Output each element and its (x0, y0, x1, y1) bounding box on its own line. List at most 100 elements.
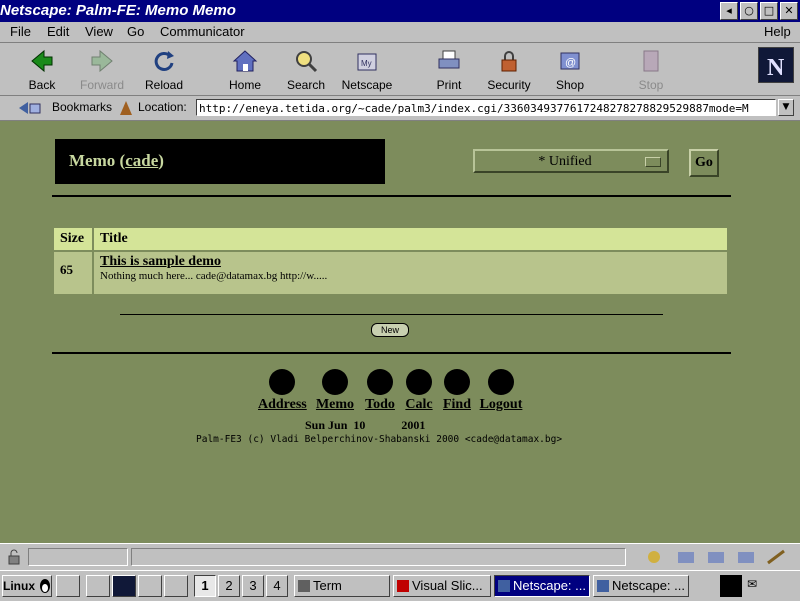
search-button[interactable]: Search (277, 45, 335, 93)
menu-file[interactable]: File (10, 24, 31, 39)
menu-help[interactable]: Help (764, 24, 791, 39)
bookmarks-button[interactable]: Bookmarks (52, 100, 112, 114)
netscape-launcher-icon[interactable] (112, 575, 136, 597)
menu-go[interactable]: Go (127, 24, 144, 39)
desktop-1[interactable]: 1 (194, 575, 216, 597)
app-link-logout[interactable]: Logout (479, 369, 523, 413)
task-netscape-active[interactable]: Netscape: ... (494, 575, 590, 597)
page-title-banner: Memo (cade) (55, 139, 385, 184)
divider (120, 314, 663, 315)
address-book-icon[interactable] (738, 552, 754, 563)
window-list-icon[interactable] (56, 575, 80, 597)
home-button[interactable]: Home (216, 45, 274, 93)
menu-edit[interactable]: Edit (47, 24, 69, 39)
netscape-task-icon (498, 580, 510, 592)
slickedit-icon (397, 580, 409, 592)
menu-communicator[interactable]: Communicator (160, 24, 245, 39)
url-dropdown-icon[interactable]: ▼ (778, 99, 794, 116)
status-message-field (131, 548, 626, 566)
task-term[interactable]: Term (294, 575, 390, 597)
taskbar: Linux 1 2 3 4 Term Visual Slic... Netsca… (0, 570, 800, 601)
window-titlebar[interactable]: Netscape: Palm-FE: Memo Memo ◂ ○ □ ✕ (0, 0, 800, 22)
page-title: Memo (cade) (69, 151, 164, 170)
print-button[interactable]: Print (420, 45, 478, 93)
location-bar: Bookmarks Location: http://eneya.tetida.… (0, 96, 800, 121)
bookmark-icon[interactable] (16, 99, 46, 117)
status-bar (0, 543, 800, 571)
table-row: 65 This is sample demo Nothing much here… (54, 252, 727, 294)
stop-button[interactable]: Stop (622, 45, 680, 93)
user-link[interactable]: (cade) (120, 151, 164, 170)
discussions-icon[interactable] (708, 552, 724, 563)
netscape-task-icon (597, 580, 609, 592)
divider (52, 352, 731, 354)
current-date: Sun Jun 10 2001 (305, 418, 426, 432)
terminal-launcher-icon[interactable] (86, 575, 110, 597)
shop-button[interactable]: @ Shop (541, 45, 599, 93)
back-arrow-icon (31, 49, 53, 73)
page-proxy-icon[interactable] (118, 99, 134, 117)
mail-notify-icon[interactable]: ✉ (744, 577, 760, 593)
app-link-find[interactable]: Find (441, 369, 473, 413)
netscape-logo-icon[interactable]: N (758, 47, 794, 83)
memo-pen-icon (322, 369, 348, 395)
navigator-icon[interactable] (648, 551, 660, 563)
netscape-button[interactable]: My Netscape (338, 45, 396, 93)
mail-icon[interactable] (678, 552, 694, 563)
page-content: Memo (cade) * Unified Go Size Title 65 T… (0, 121, 800, 543)
netscape-icon: My (357, 53, 377, 71)
terminal-icon (298, 580, 310, 592)
security-status-icon[interactable] (6, 549, 22, 565)
category-select[interactable]: * Unified (473, 149, 669, 173)
print-icon (438, 50, 460, 69)
desktop-2[interactable]: 2 (218, 575, 240, 597)
maximize-icon[interactable]: □ (760, 2, 778, 20)
home-icon (232, 50, 258, 72)
app-link-calc[interactable]: Calc (403, 369, 435, 413)
memo-table: Size Title 65 This is sample demo Nothin… (52, 226, 729, 296)
checklist-icon (367, 369, 393, 395)
window-title: Netscape: Palm-FE: Memo Memo (0, 2, 236, 19)
desktop-3[interactable]: 3 (242, 575, 264, 597)
desktop-4[interactable]: 4 (266, 575, 288, 597)
column-header-title: Title (94, 228, 727, 250)
forward-button[interactable]: Forward (73, 45, 131, 93)
app-link-address[interactable]: Address (258, 369, 307, 413)
mail-launcher-icon[interactable] (138, 575, 162, 597)
new-memo-button[interactable]: New (371, 323, 409, 337)
close-icon[interactable]: ✕ (780, 2, 798, 20)
stop-icon (643, 50, 659, 72)
component-bar (648, 549, 785, 565)
url-input[interactable]: http://eneya.tetida.org/~cade/palm3/inde… (196, 99, 776, 116)
logout-icon (488, 369, 514, 395)
shop-icon: @ (560, 52, 580, 70)
task-visual-slickedit[interactable]: Visual Slic... (393, 575, 491, 597)
lock-icon (501, 51, 517, 72)
composer-icon[interactable] (767, 549, 785, 565)
phone-icon (269, 369, 295, 395)
progress-field (28, 548, 128, 566)
task-netscape[interactable]: Netscape: ... (593, 575, 689, 597)
start-button[interactable]: Linux (2, 575, 52, 597)
security-button[interactable]: Security (480, 45, 538, 93)
copyright-notice: Palm-FE3 (c) Vladi Belperchinov-Shabansk… (196, 434, 563, 445)
forward-arrow-icon (91, 49, 113, 73)
search-icon (296, 51, 318, 73)
memo-title-link[interactable]: This is sample demo (100, 254, 721, 270)
divider (52, 195, 731, 197)
svg-text:N: N (767, 55, 785, 81)
reload-icon (154, 51, 174, 71)
titlebar-menu-icon[interactable]: ◂ (720, 2, 738, 20)
calculator-icon (406, 369, 432, 395)
go-button[interactable]: Go (689, 149, 719, 177)
menu-view[interactable]: View (85, 24, 113, 39)
app-link-memo[interactable]: Memo (314, 369, 356, 413)
app-link-todo[interactable]: Todo (363, 369, 397, 413)
tux-icon (40, 579, 51, 593)
reload-button[interactable]: Reload (135, 45, 193, 93)
minimize-icon[interactable]: ○ (740, 2, 758, 20)
editor-launcher-icon[interactable] (164, 575, 188, 597)
back-button[interactable]: Back (13, 45, 71, 93)
memo-size: 65 (54, 252, 92, 294)
memo-cell: This is sample demo Nothing much here...… (94, 252, 727, 294)
